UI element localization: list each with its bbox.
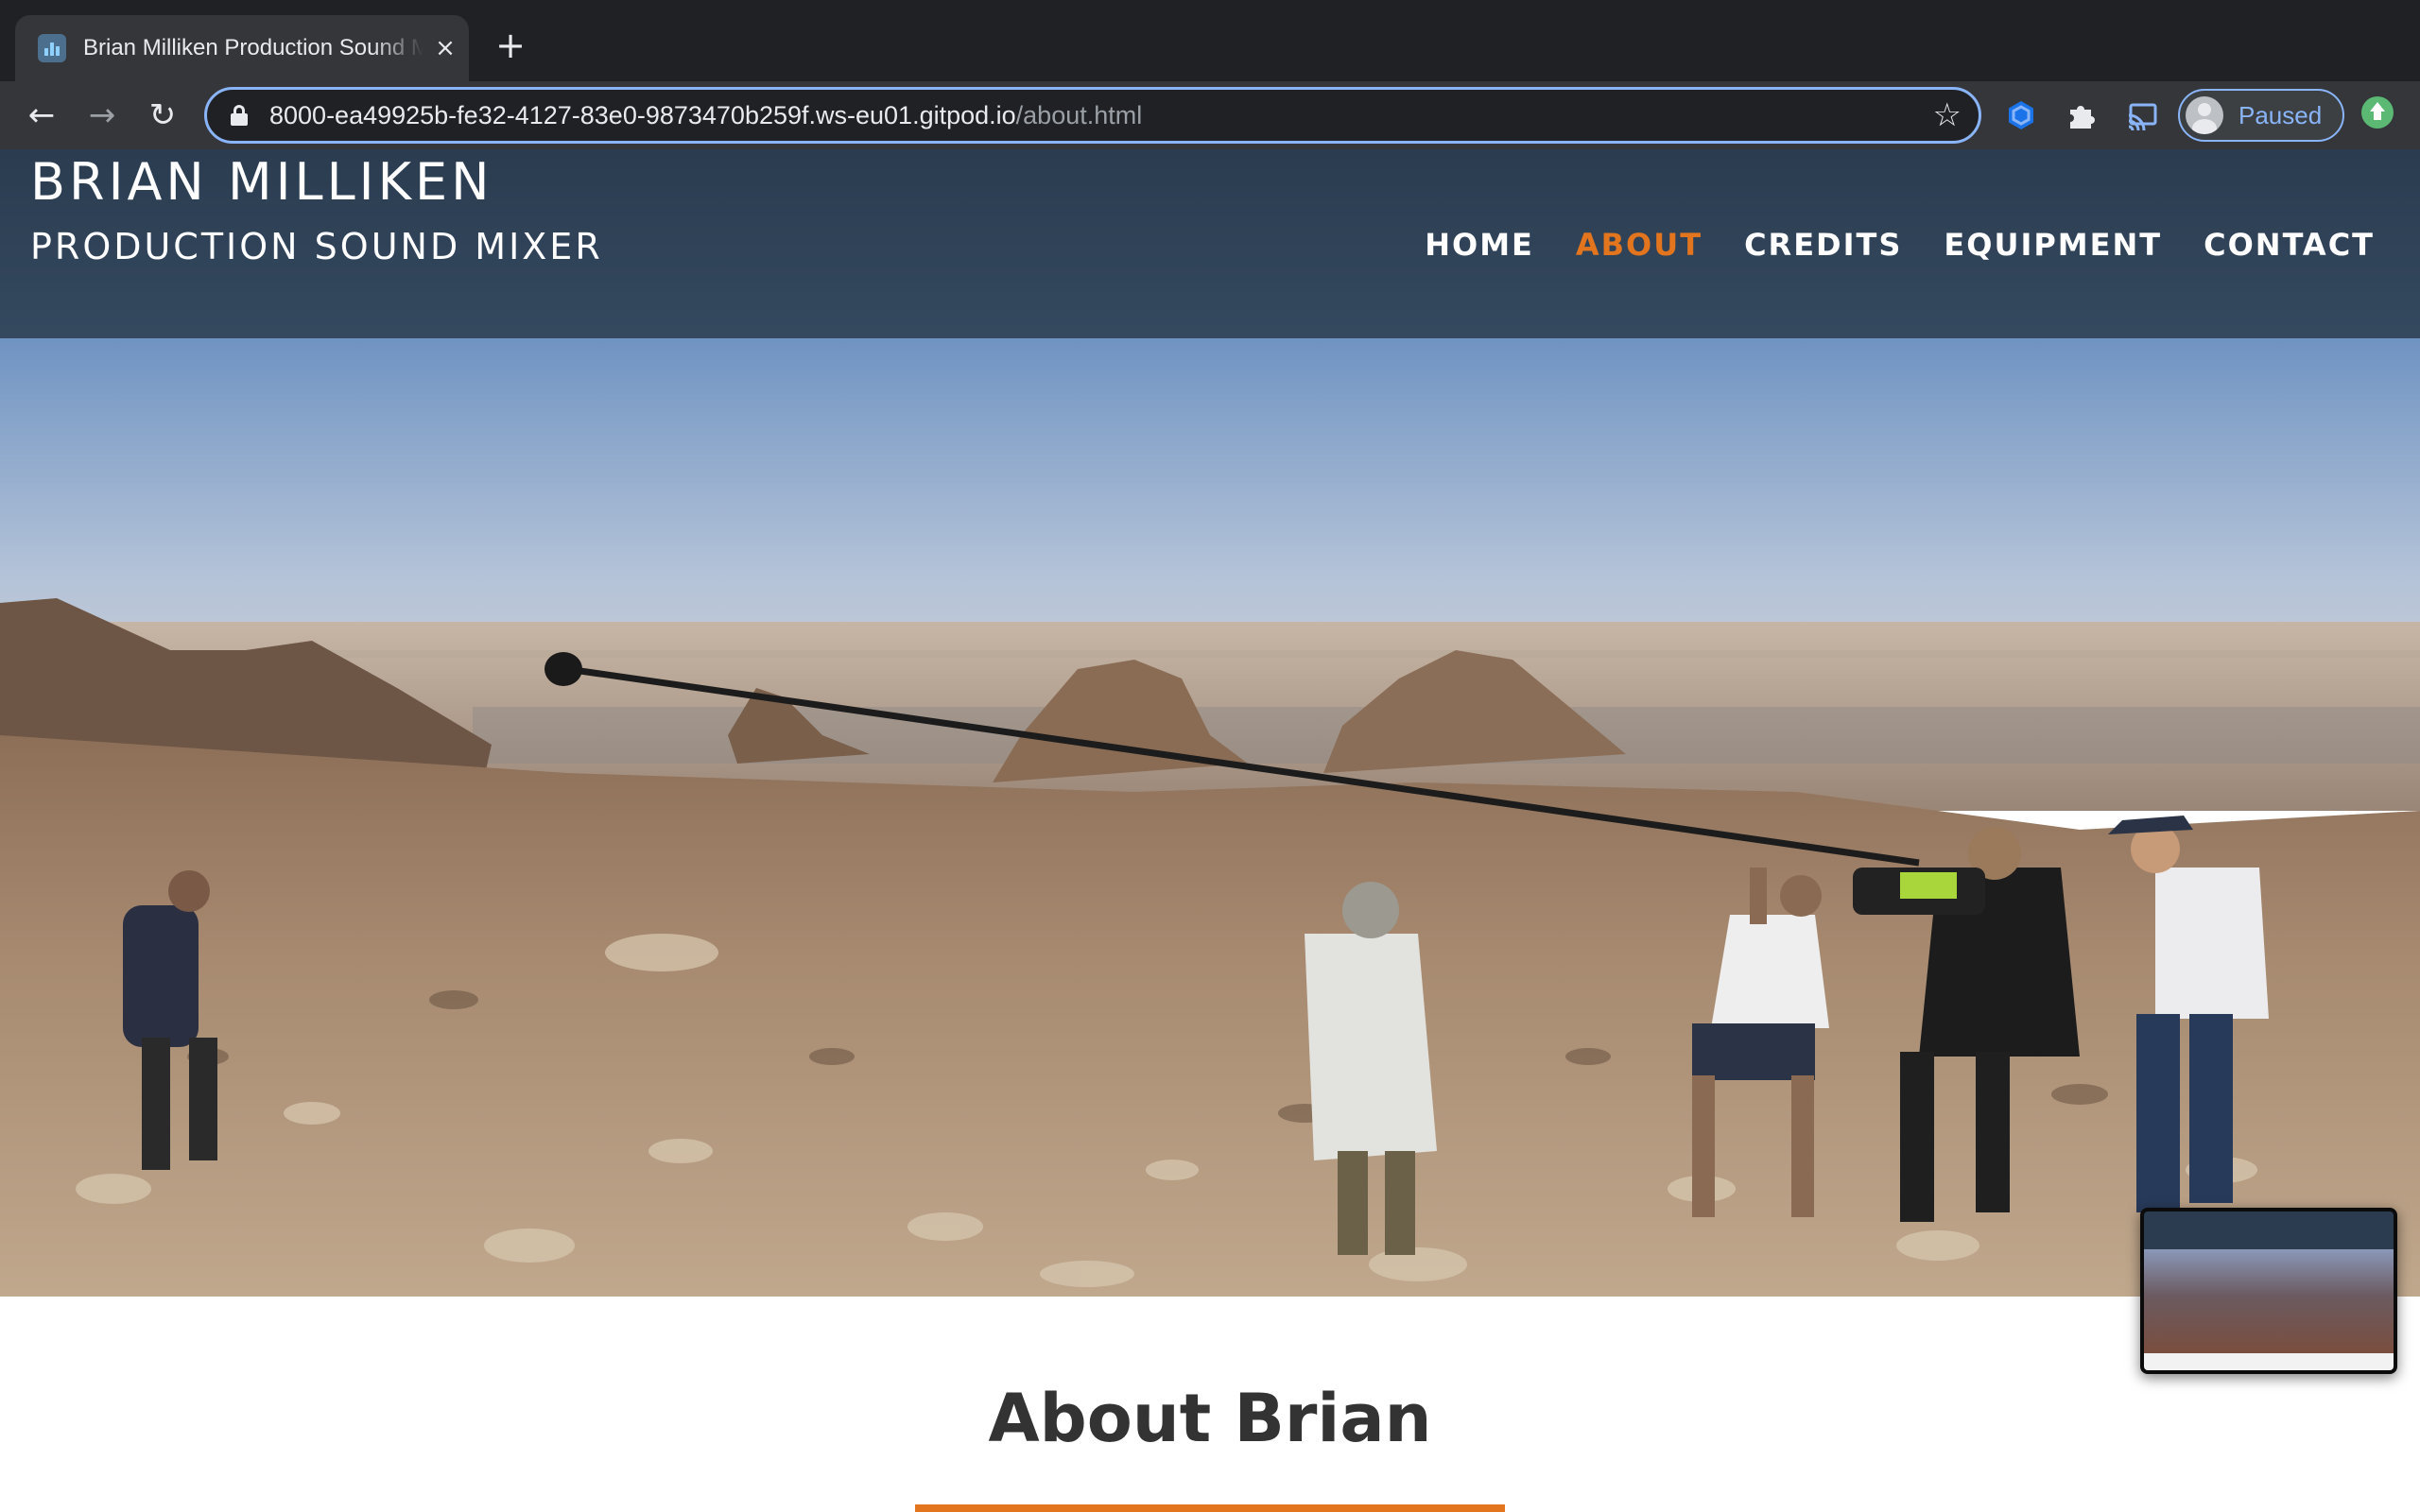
close-icon[interactable]: × [431,34,459,62]
bar-chart-icon [38,34,66,62]
lock-icon[interactable] [230,105,249,126]
profile-status: Paused [2238,101,2323,129]
back-arrow-icon[interactable]: ← [23,96,60,134]
puzzle-icon[interactable] [2065,98,2099,132]
update-arrow-icon[interactable] [2361,96,2394,129]
browser-toolbar: ← → ↻ 8000-ea49925b-fe32-4127-83e0-98734… [0,81,2420,149]
site-brand-subtitle: PRODUCTION SOUND MIXER [30,226,603,267]
hero-image [0,338,2420,1297]
site-header: BRIAN MILLIKEN PRODUCTION SOUND MIXER HO… [0,149,2420,338]
main-nav: HOME ABOUT CREDITS EQUIPMENT CONTACT [1425,221,2375,268]
pip-header [2144,1211,2394,1249]
address-bar[interactable]: 8000-ea49925b-fe32-4127-83e0-9873470b259… [204,87,1981,144]
nav-home[interactable]: HOME [1425,221,1534,268]
web-page: BRIAN MILLIKEN PRODUCTION SOUND MIXER HO… [0,149,2420,1512]
tab-title: Brian Milliken Production Sound Mixer [83,35,424,60]
url-text[interactable]: 8000-ea49925b-fe32-4127-83e0-9873470b259… [269,90,1142,141]
nav-contact[interactable]: CONTACT [2204,221,2375,268]
reload-icon[interactable]: ↻ [144,96,182,134]
cast-icon[interactable] [2125,98,2159,132]
bookmark-star-icon[interactable]: ☆ [1933,97,1962,133]
about-heading: About Brian [988,1380,1432,1457]
hexagon-extension-icon[interactable] [2004,98,2038,132]
avatar [2186,96,2223,134]
profile-button[interactable]: Paused [2178,89,2344,142]
pip-image [2144,1249,2394,1353]
picture-in-picture-preview[interactable] [2140,1208,2397,1374]
nav-equipment[interactable]: EQUIPMENT [1944,221,2162,268]
url-path: /about.html [1015,101,1143,129]
nav-credits[interactable]: CREDITS [1744,221,1902,268]
url-host: 8000-ea49925b-fe32-4127-83e0-9873470b259… [269,101,1016,129]
pip-footer [2144,1353,2394,1370]
forward-arrow-icon[interactable]: → [83,96,121,134]
browser-tab[interactable]: Brian Milliken Production Sound Mixer × [15,15,469,81]
new-tab-button[interactable]: + [492,26,529,64]
heading-divider [915,1504,1505,1512]
nav-about[interactable]: ABOUT [1576,221,1703,268]
tab-strip: Brian Milliken Production Sound Mixer × … [0,0,2420,81]
site-brand-name[interactable]: BRIAN MILLIKEN [30,149,493,215]
